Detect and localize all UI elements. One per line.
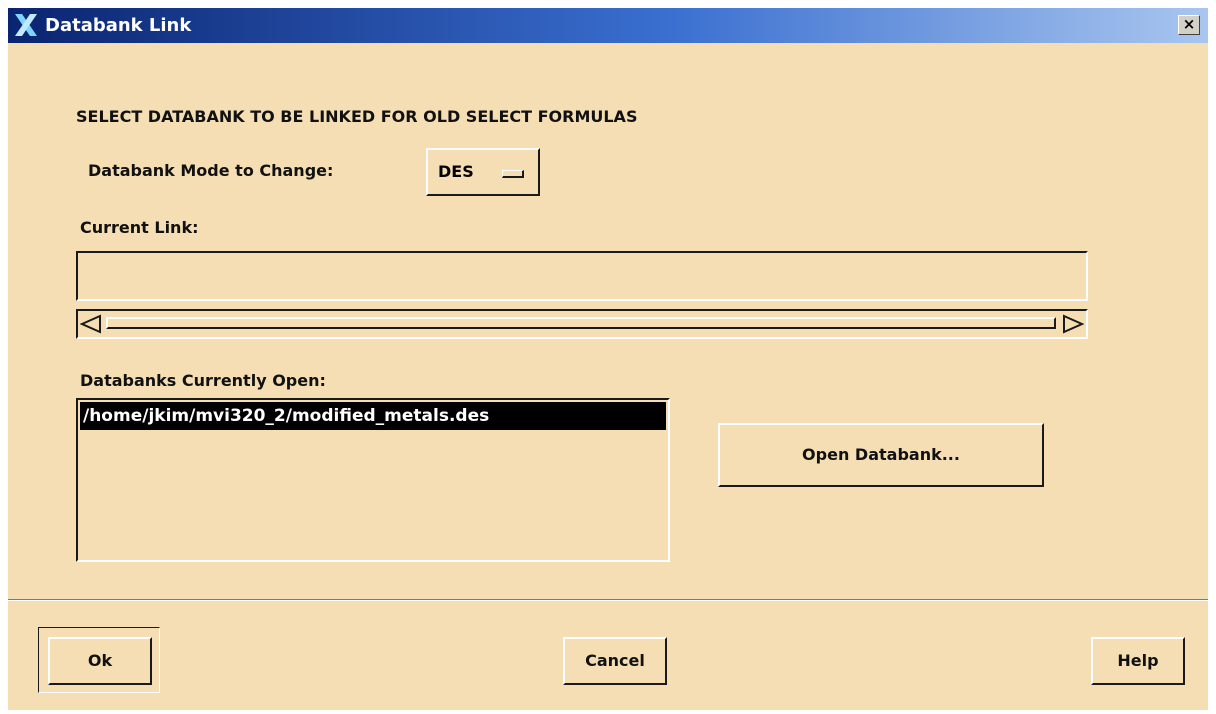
divider (8, 599, 1208, 601)
close-button[interactable]: × (1178, 15, 1200, 35)
open-databank-label: Open Databank... (802, 445, 960, 464)
cancel-button[interactable]: Cancel (563, 637, 667, 685)
databanks-list[interactable]: /home/jkim/mvi320_2/modified_metals.des (76, 398, 670, 562)
cancel-label: Cancel (585, 651, 645, 670)
option-menu-indicator-icon (502, 170, 524, 178)
list-item[interactable]: /home/jkim/mvi320_2/modified_metals.des (80, 402, 666, 430)
help-button[interactable]: Help (1091, 637, 1185, 685)
databanks-open-label: Databanks Currently Open: (80, 371, 326, 390)
scrollbar-thumb[interactable] (106, 317, 1056, 329)
open-databank-button[interactable]: Open Databank... (718, 423, 1044, 487)
scroll-right-arrow-icon[interactable] (1062, 314, 1085, 334)
ok-button[interactable]: Ok (48, 637, 152, 685)
help-label: Help (1117, 651, 1159, 670)
databank-link-dialog: Databank Link × SELECT DATABANK TO BE LI… (8, 8, 1208, 710)
current-link-scrollbar[interactable] (76, 309, 1088, 339)
mode-value: DES (438, 162, 474, 181)
current-link-label: Current Link: (80, 218, 199, 237)
mode-label: Databank Mode to Change: (88, 161, 334, 180)
close-icon: × (1182, 15, 1196, 33)
databank-mode-option-menu[interactable]: DES (426, 148, 540, 196)
current-link-field[interactable] (76, 251, 1088, 301)
title-bar[interactable]: Databank Link × (8, 8, 1208, 43)
scroll-left-arrow-icon[interactable] (79, 314, 102, 334)
dialog-heading: SELECT DATABANK TO BE LINKED FOR OLD SEL… (76, 107, 638, 126)
x-logo-icon (12, 11, 40, 39)
ok-label: Ok (87, 651, 113, 670)
window-title: Databank Link (45, 15, 192, 36)
